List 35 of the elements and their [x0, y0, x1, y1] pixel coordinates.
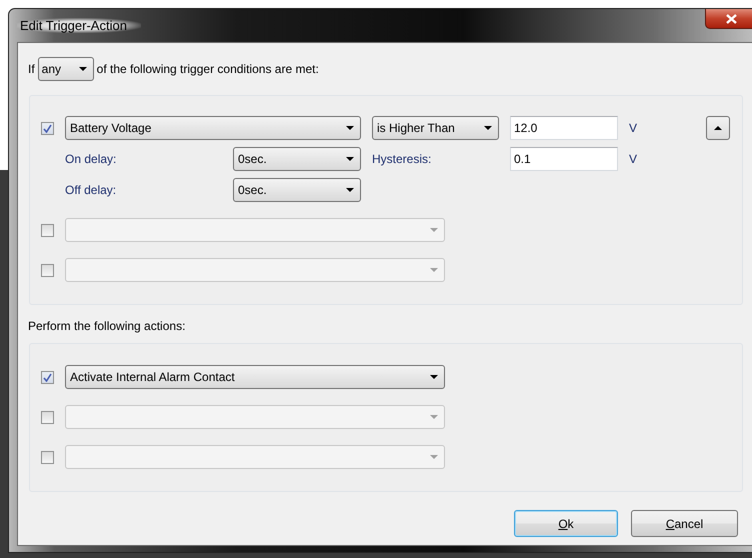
caret-icon — [430, 455, 438, 459]
if-label: If — [28, 62, 35, 76]
unit-label: V — [629, 121, 638, 135]
off-delay-label: Off delay: — [65, 183, 118, 197]
caret-icon — [430, 268, 438, 272]
close-icon — [726, 14, 736, 24]
move-up-button[interactable] — [706, 116, 730, 140]
ok-button[interactable]: Ok — [514, 510, 618, 537]
dropdown[interactable]: Activate Internal Alarm Contact — [65, 365, 445, 389]
unit-label: V — [629, 152, 638, 166]
trigger-condition-label: of the following trigger conditions are met: — [96, 62, 319, 76]
caret-icon — [346, 157, 354, 161]
caret-icon — [346, 126, 354, 130]
caret-icon — [430, 228, 438, 232]
triangle-up-icon — [714, 126, 722, 130]
value-field[interactable]: 12.0 — [510, 116, 618, 140]
cancel-button[interactable]: Cancel — [631, 510, 738, 537]
checkbox[interactable] — [41, 370, 54, 384]
on-delay-label: On delay: — [65, 152, 118, 166]
window-title: Edit Trigger-Action — [17, 18, 141, 33]
hysteresis-field[interactable]: 0.1 — [510, 147, 618, 171]
hysteresis-label: Hysteresis: — [372, 152, 432, 166]
caret-icon — [430, 375, 438, 379]
caret-icon — [430, 415, 438, 419]
dropdown[interactable]: 0sec. — [233, 178, 361, 202]
mode-dropdown[interactable]: any — [38, 56, 94, 80]
dropdown[interactable]: is Higher Than — [372, 116, 499, 140]
dropdown[interactable]: Battery Voltage — [65, 116, 361, 140]
caret-icon — [484, 126, 492, 130]
actions-label: Perform the following actions: — [28, 319, 186, 333]
caret-icon — [346, 188, 354, 192]
dropdown[interactable]: 0sec. — [233, 147, 361, 171]
checkbox[interactable] — [41, 122, 54, 134]
caret-icon — [78, 66, 87, 70]
close-button[interactable] — [705, 9, 752, 29]
